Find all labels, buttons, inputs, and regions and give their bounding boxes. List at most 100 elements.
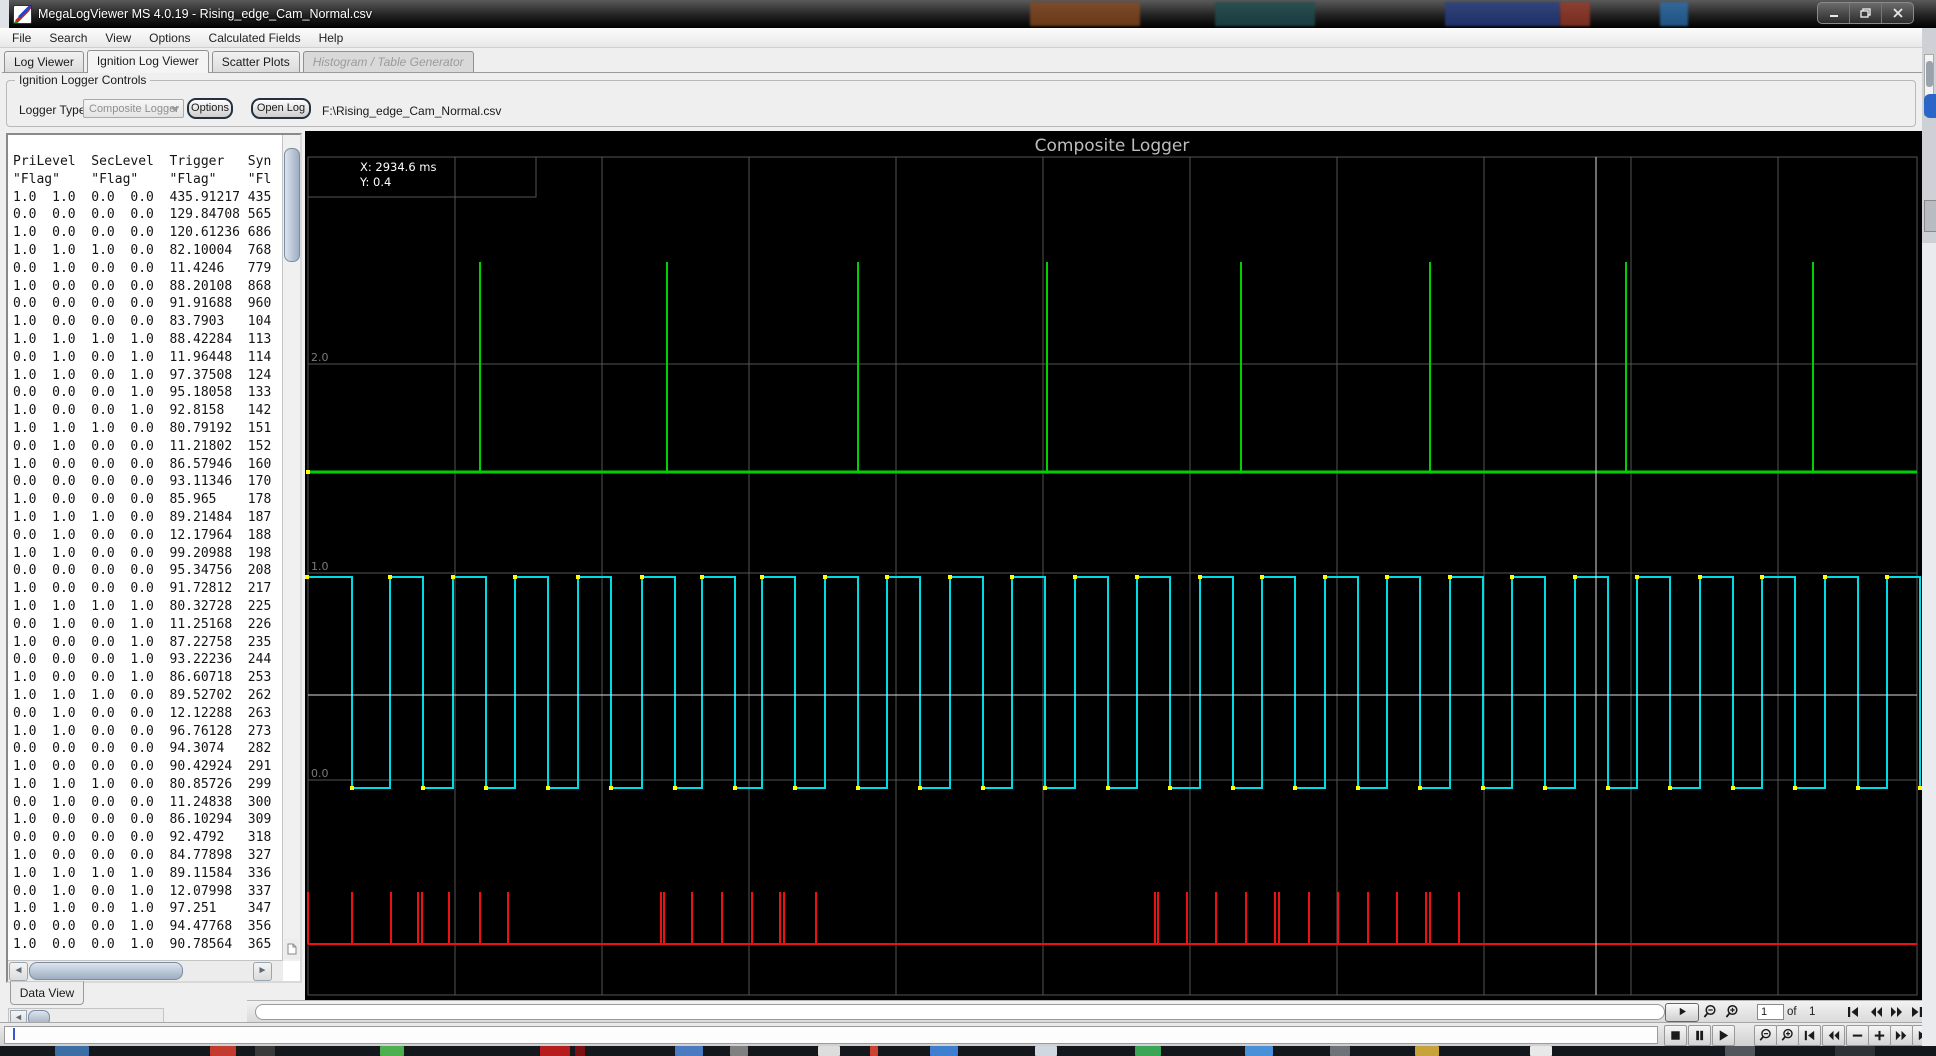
y-axis-tick-label: 0.0 [311, 767, 329, 780]
taskbar-app-icon[interactable] [1245, 1046, 1273, 1056]
scroll-right-icon[interactable]: ► [253, 962, 272, 981]
fast-forward-button[interactable] [1890, 1025, 1913, 1046]
taskbar-app-icon[interactable] [730, 1046, 748, 1056]
taskbar-app-icon[interactable] [210, 1046, 236, 1056]
taskbar-app-icon[interactable] [1035, 1046, 1057, 1056]
log-data-text[interactable]: PriLevel SecLevel Trigger Syn "Flag" "Fl… [13, 153, 285, 961]
window-controls [1817, 2, 1914, 24]
taskbar-app-icon[interactable] [1835, 1046, 1875, 1056]
menu-options[interactable]: Options [140, 29, 199, 47]
composite-logger-chart[interactable]: 2.0 1.0 0.0 Composite Logger X: 2934.6 ms Y: … [305, 131, 1922, 1000]
taskbar-app-icon[interactable] [380, 1046, 404, 1056]
menu-view[interactable]: View [96, 29, 140, 47]
background-smudge [1660, 2, 1688, 26]
logger-type-value: Composite Logger [89, 103, 179, 115]
taskbar-app-icon[interactable] [255, 1046, 275, 1056]
taskbar-app-icon[interactable] [540, 1046, 570, 1056]
tab-ignition-log-viewer[interactable]: Ignition Log Viewer [86, 50, 209, 73]
close-icon[interactable] [1881, 3, 1913, 23]
menu-file[interactable]: File [3, 29, 40, 47]
background-smudge [1445, 2, 1560, 26]
status-input[interactable] [4, 1026, 1658, 1044]
fast-forward-icon[interactable] [1889, 1004, 1905, 1020]
taskbar-app-icon[interactable] [1330, 1046, 1350, 1056]
pause-button[interactable] [1688, 1025, 1711, 1046]
minimize-icon[interactable] [1818, 3, 1849, 23]
y-axis-tick-label: 2.0 [311, 351, 329, 364]
restore-icon[interactable] [1849, 3, 1881, 23]
skip-start-icon[interactable] [1845, 1004, 1861, 1020]
rewind-icon[interactable] [1868, 1004, 1884, 1020]
ignition-logger-controls-group: Ignition Logger Controls Logger Type: Co… [6, 73, 1916, 127]
tab-strip: Log Viewer Ignition Log Viewer Scatter Plo… [2, 49, 1936, 73]
chart-position-slider[interactable] [255, 1004, 1665, 1020]
minus-button[interactable] [1846, 1025, 1869, 1046]
taskbar-app-icon[interactable] [575, 1046, 585, 1056]
crosshair-readout: X: 2934.6 ms [360, 160, 437, 174]
background-smudge [1030, 2, 1140, 26]
options-button[interactable]: Options [187, 98, 233, 119]
chevron-down-icon [171, 107, 179, 112]
taskbar-app-icon[interactable] [1530, 1046, 1552, 1056]
page-total-label: 1 [1809, 1006, 1816, 1018]
tab-data-view[interactable]: Data View [10, 981, 84, 1005]
background-smudge [1215, 2, 1315, 26]
background-window-sliver [1922, 28, 1936, 1046]
group-label: Ignition Logger Controls [15, 73, 151, 87]
taskbar-app-icon[interactable] [818, 1046, 840, 1056]
windows-taskbar-sliver[interactable] [0, 1046, 1936, 1056]
zoom-in-icon[interactable] [1724, 1004, 1740, 1020]
menu-help[interactable]: Help [310, 29, 353, 47]
playback-toolbar [0, 1022, 1936, 1046]
scrollbar-corner-icon[interactable] [284, 939, 299, 959]
chart-title: Composite Logger [1035, 136, 1190, 156]
plus-button[interactable] [1868, 1025, 1891, 1046]
play-button[interactable] [1712, 1025, 1735, 1046]
menu-bar: File Search View Options Calculated Fields He… [0, 28, 1936, 48]
title-bar[interactable]: MegaLogViewer MS 4.0.19 - Rising_edge_Ca… [0, 0, 1936, 28]
megalogviewer-window: MegaLogViewer MS 4.0.19 - Rising_edge_Ca… [0, 0, 1936, 1056]
taskbar-app-icon[interactable] [675, 1046, 703, 1056]
chart-footer-toolbar: 1 of 1 [247, 1000, 1936, 1022]
slider-handle[interactable] [1665, 1003, 1699, 1022]
taskbar-app-icon[interactable] [1415, 1046, 1439, 1056]
rewind-button[interactable] [1822, 1025, 1845, 1046]
text-caret [13, 1028, 15, 1040]
taskbar-app-icon[interactable] [55, 1046, 89, 1056]
scroll-left-icon[interactable]: ◄ [9, 962, 28, 981]
taskbar-app-icon[interactable] [870, 1046, 878, 1056]
taskbar-app-icon[interactable] [1725, 1046, 1755, 1056]
taskbar-app-icon[interactable] [1135, 1046, 1161, 1056]
loaded-file-path: F:\Rising_edge_Cam_Normal.csv [322, 104, 502, 118]
background-scrollbar-thumb [1926, 61, 1933, 87]
tab-log-viewer[interactable]: Log Viewer [4, 51, 84, 72]
stop-button[interactable] [1664, 1025, 1687, 1046]
vertical-scrollbar-thumb[interactable] [284, 148, 300, 262]
background-blue-fragment [1924, 94, 1936, 118]
chart-canvas[interactable]: 2.0 1.0 0.0 Composite Logger X: 2934.6 msY: … [305, 131, 1922, 1000]
background-window-area [1922, 243, 1936, 1046]
screen-corner-fragment [0, 0, 9, 28]
crosshair-readout: Y: 0.4 [359, 175, 391, 189]
tab-histogram-table-generator: Histogram / Table Generator [302, 51, 474, 72]
logger-type-label: Logger Type: [19, 103, 89, 117]
ignition-data-panel: PriLevel SecLevel Trigger Syn "Flag" "Fl… [6, 133, 302, 983]
page-number-field[interactable]: 1 [1757, 1004, 1784, 1020]
menu-search[interactable]: Search [40, 29, 96, 47]
horizontal-scrollbar[interactable]: ◄ ► [8, 960, 283, 981]
menu-calculated-fields[interactable]: Calculated Fields [200, 29, 310, 47]
skip-start-button[interactable] [1798, 1025, 1821, 1046]
zoom-out-icon[interactable] [1702, 1004, 1718, 1020]
zoom-out-button[interactable] [1754, 1025, 1777, 1046]
logger-type-select[interactable]: Composite Logger [83, 99, 184, 118]
horizontal-scrollbar-thumb[interactable] [29, 962, 183, 980]
background-gray-fragment [1924, 200, 1936, 232]
y-axis-tick-label: 1.0 [311, 560, 329, 573]
taskbar-app-icon[interactable] [930, 1046, 958, 1056]
tab-scatter-plots[interactable]: Scatter Plots [211, 51, 300, 72]
window-title: MegaLogViewer MS 4.0.19 - Rising_edge_Ca… [38, 7, 372, 21]
app-icon [13, 5, 32, 24]
open-log-button[interactable]: Open Log [251, 98, 311, 119]
zoom-in-button[interactable] [1776, 1025, 1799, 1046]
vertical-scrollbar[interactable] [282, 135, 300, 961]
